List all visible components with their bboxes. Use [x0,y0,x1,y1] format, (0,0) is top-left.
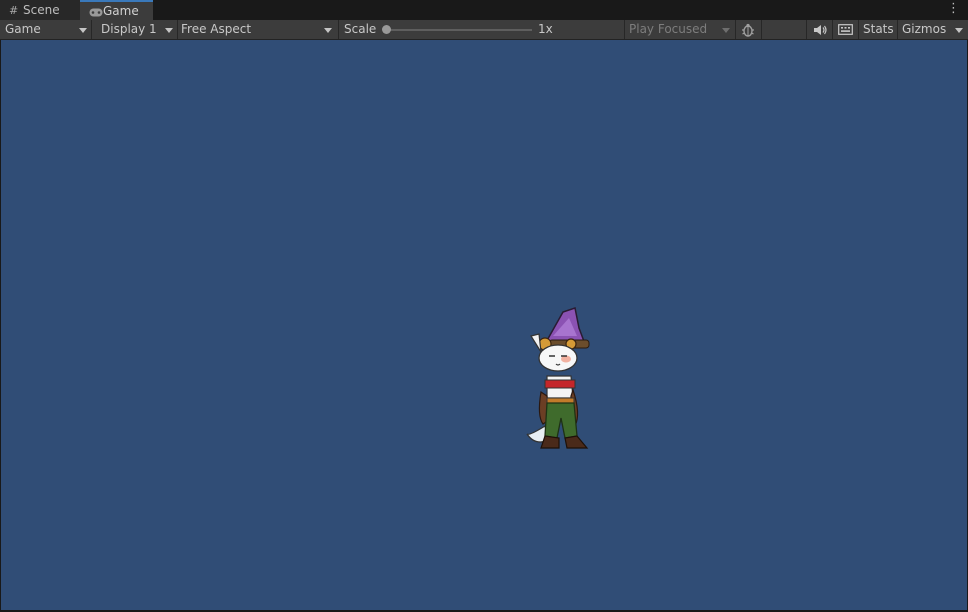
aspect-value: Free Aspect [181,22,252,36]
scale-label: Scale [344,22,377,36]
game-toolbar: Game Display 1 Free Aspect Scale 1x Play… [0,20,968,40]
more-options-icon[interactable]: ⋮ [947,0,960,20]
speaker-icon [813,22,827,36]
keyboard-shortcuts-button[interactable] [834,20,858,39]
keyboard-icon [838,22,853,36]
gizmos-dropdown[interactable]: Gizmos [898,20,968,39]
chevron-down-icon [722,28,730,33]
bug-icon [740,22,756,37]
tab-game[interactable]: Game [80,0,153,20]
scale-slider-handle[interactable] [382,25,391,34]
mute-audio-button[interactable] [808,20,832,39]
scale-slider-track[interactable] [386,29,532,31]
grid-icon: # [9,4,19,17]
tab-scene-label: Scene [23,3,60,17]
gamepad-icon [89,3,103,21]
tab-bar: # Scene Game ⋮ [0,0,968,20]
chevron-down-icon [324,28,332,33]
character-sprite [526,307,590,449]
tab-game-label: Game [103,4,139,18]
play-mode-value: Play Focused [629,22,708,36]
scale-value: 1x [538,22,553,36]
game-viewport[interactable] [1,40,967,610]
display-value: Display 1 [101,22,157,36]
tab-scene[interactable]: # Scene [0,0,80,20]
chevron-down-icon [79,28,87,33]
aspect-dropdown[interactable]: Free Aspect [177,20,337,39]
bug-toggle[interactable] [737,20,761,39]
play-mode-dropdown[interactable]: Play Focused [625,20,735,39]
chevron-down-icon [955,28,963,33]
display-dropdown[interactable]: Display 1 [97,20,177,39]
view-mode-dropdown[interactable]: Game [1,20,91,39]
stats-button[interactable]: Stats [859,20,897,39]
chevron-down-icon [165,28,173,33]
view-mode-value: Game [5,22,41,36]
gizmos-label: Gizmos [902,22,947,36]
